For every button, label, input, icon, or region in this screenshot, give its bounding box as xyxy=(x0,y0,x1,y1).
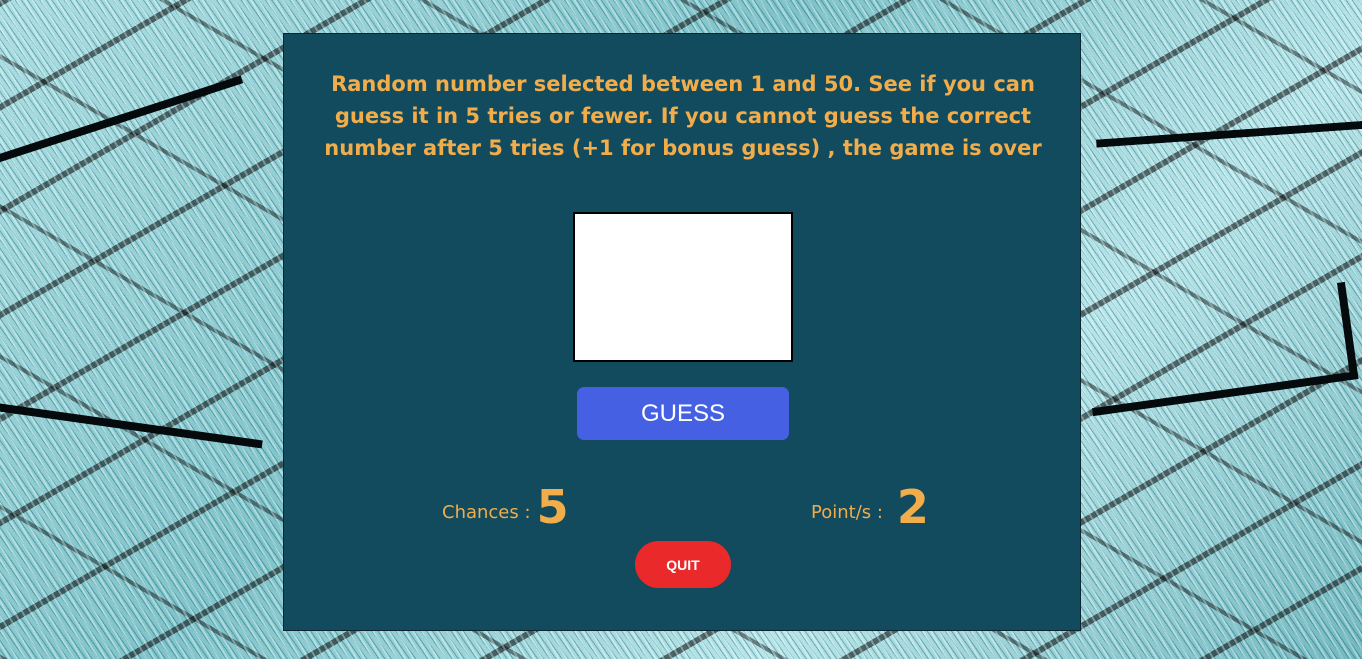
points-label: Point/s : xyxy=(811,502,883,523)
chances-value: 5 xyxy=(536,480,569,534)
quit-button[interactable]: QUIT xyxy=(635,541,731,588)
guess-button[interactable]: GUESS xyxy=(577,387,789,440)
background-shape xyxy=(1084,0,1362,148)
points-value: 2 xyxy=(896,480,929,534)
game-panel: Random number selected between 1 and 50.… xyxy=(283,33,1081,631)
background-shape xyxy=(1079,281,1359,417)
guess-input[interactable] xyxy=(573,212,793,362)
game-instructions: Random number selected between 1 and 50.… xyxy=(324,72,1042,160)
chances-label: Chances : xyxy=(442,502,531,523)
background-shape xyxy=(0,75,281,293)
points-display: Point/s : 2 xyxy=(811,472,929,532)
background-shape xyxy=(0,400,263,528)
chances-display: Chances : 5 xyxy=(442,472,569,532)
